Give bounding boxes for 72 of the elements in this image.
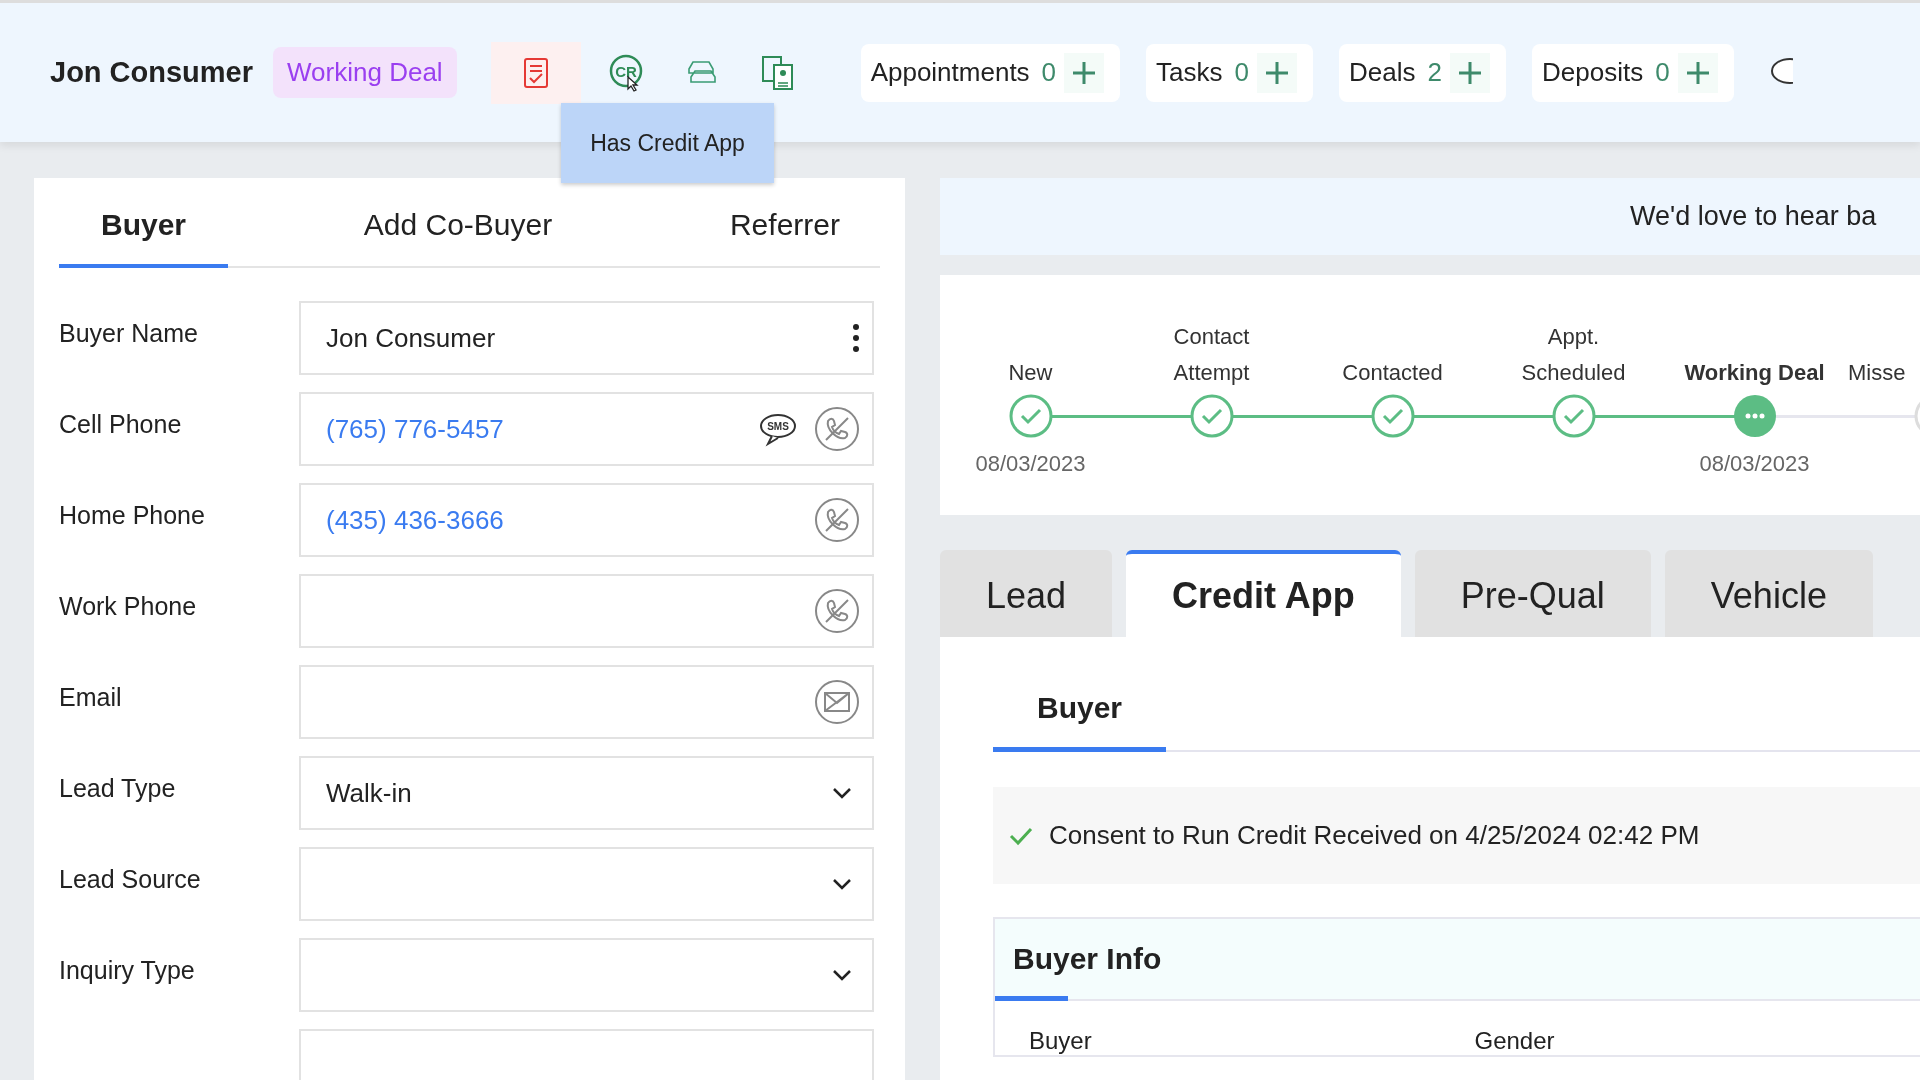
counter-label: Appointments (870, 57, 1030, 88)
select-field[interactable] (299, 847, 874, 921)
section-tab[interactable]: Vehicle (1664, 550, 1873, 637)
input-field[interactable]: Jon Consumer (299, 301, 874, 375)
stage-label: Contact Attempt (1172, 323, 1251, 387)
input-field[interactable]: (765) 776-5457 SMS (299, 392, 874, 466)
chevron-down-icon (832, 969, 852, 981)
section-title: Buyer Info (1013, 942, 1162, 976)
plus-icon (1456, 59, 1483, 86)
mail-icon[interactable] (814, 679, 860, 725)
phone-link[interactable]: (435) 436-3666 (326, 504, 814, 536)
input-field[interactable] (299, 665, 874, 739)
stage-date: 08/03/2023 (1699, 451, 1810, 477)
more-options-icon[interactable] (852, 323, 860, 353)
section-tab[interactable]: Pre-Qual (1414, 550, 1651, 637)
field-label: Lead Type (59, 773, 177, 803)
counter-count: 0 (1655, 57, 1670, 88)
counter-label: Deals (1349, 57, 1416, 88)
input-field[interactable] (299, 574, 874, 648)
counter-label: Deposits (1541, 57, 1644, 88)
counter-label: Tasks (1156, 57, 1223, 88)
buyer-tab[interactable]: Buyer (993, 677, 1167, 752)
field-label: Lead Source (59, 864, 202, 894)
stage-label: Appt. Scheduled (1520, 323, 1627, 387)
section-tab[interactable]: Lead (940, 550, 1113, 637)
stage-label: Misse (1848, 359, 1907, 387)
add-button[interactable] (1257, 52, 1297, 93)
column-label: Buyer (1029, 1027, 1093, 1055)
input-field[interactable]: (435) 436-3666 (299, 483, 874, 557)
status-badge: Working Deal (273, 47, 457, 98)
chevron-down-icon (832, 878, 852, 890)
phone-icon[interactable] (814, 406, 860, 452)
add-button[interactable] (1677, 52, 1718, 93)
plus-icon (1071, 59, 1098, 86)
chevron-down-icon (832, 787, 852, 799)
field-label: Home Phone (59, 500, 206, 530)
add-button[interactable] (1064, 52, 1105, 93)
field-label: Inquiry Type (59, 955, 196, 985)
plus-icon (1264, 59, 1290, 86)
tooltip: Has Credit App (561, 103, 774, 183)
counter-count: 0 (1041, 57, 1057, 88)
stage-label: Contacted (1341, 359, 1444, 387)
plus-icon (1684, 59, 1711, 86)
counter-count: 0 (1234, 57, 1249, 88)
field-label: Email (59, 682, 123, 712)
stage-date: 08/03/2023 (975, 451, 1086, 477)
select-field[interactable] (299, 938, 874, 1012)
add-button[interactable] (1449, 52, 1490, 93)
panel-tab[interactable]: Referrer (687, 208, 880, 268)
field-label: Cell Phone (59, 409, 183, 439)
banner-text: We'd love to hear ba (1630, 201, 1877, 232)
check-icon (1009, 825, 1033, 846)
field-label: Work Phone (59, 591, 198, 621)
counter-count: 2 (1427, 57, 1442, 88)
documents-icon (759, 53, 796, 92)
phone-icon[interactable] (814, 497, 860, 543)
select-field[interactable]: Walk-in (299, 756, 874, 830)
customer-name: Jon Consumer (50, 56, 254, 89)
section-tab[interactable]: Credit App (1126, 550, 1401, 637)
field-label: Buyer Name (59, 318, 199, 348)
panel-tab[interactable]: Buyer (59, 208, 229, 268)
consent-text: Consent to Run Credit Received on 4/25/2024 02:42 PM (1049, 820, 1700, 851)
field-value: Walk-in (326, 777, 413, 809)
panel-tab[interactable]: Add Co-Buyer (321, 208, 595, 268)
field-value: Jon Consumer (326, 322, 497, 354)
phone-icon[interactable] (814, 588, 860, 634)
phone-link[interactable]: (765) 776-5457 (326, 413, 758, 445)
credit-app-button[interactable]: CR (594, 41, 657, 104)
stage-label: Working Deal (1683, 359, 1826, 387)
stage-label: New (1007, 359, 1054, 387)
column-label: Gender (1474, 1027, 1556, 1055)
checklist-button[interactable] (490, 41, 581, 104)
